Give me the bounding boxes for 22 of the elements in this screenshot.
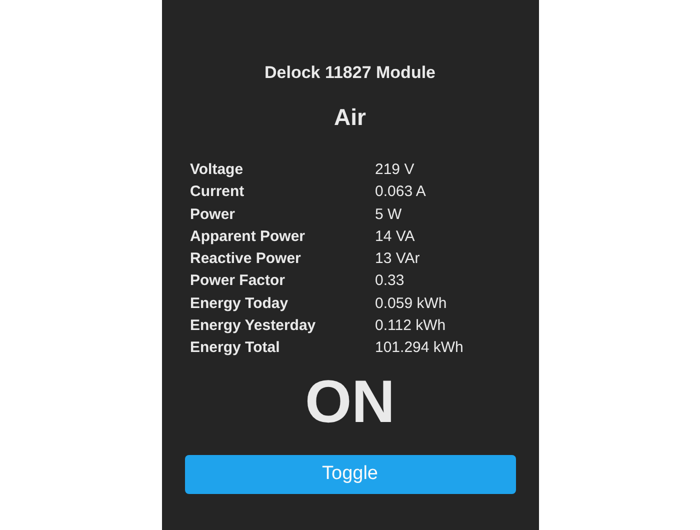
reading-value: 101.294 kWh: [375, 338, 464, 358]
reading-label: Apparent Power: [190, 226, 306, 247]
module-title: Delock 11827 Module: [264, 62, 436, 84]
reading-value: 0.063 A: [375, 182, 426, 202]
toggle-button[interactable]: Toggle: [184, 454, 516, 494]
reading-label: Energy Today: [190, 294, 290, 314]
reading-value: 0.33: [375, 271, 404, 292]
reading-value: 0.112 kWh: [375, 316, 446, 336]
reading-value: 13 VAr: [375, 249, 420, 270]
reading-value: 0.059 kWh: [375, 294, 447, 314]
reading-label: Energy Yesterday: [190, 316, 317, 336]
reading-label: Voltage: [190, 160, 244, 180]
reading-label: Energy Total: [190, 338, 281, 358]
reading-value: 5 W: [375, 204, 402, 224]
reading-value: 219 V: [375, 160, 414, 180]
reading-label: Power Factor: [190, 271, 286, 292]
device-name: Air: [334, 103, 366, 131]
reading-value: 14 VA: [375, 226, 415, 247]
reading-label: Power: [190, 204, 236, 224]
power-state: ON: [305, 370, 395, 434]
reading-label: Current: [190, 182, 246, 202]
reading-label: Reactive Power: [190, 249, 302, 270]
